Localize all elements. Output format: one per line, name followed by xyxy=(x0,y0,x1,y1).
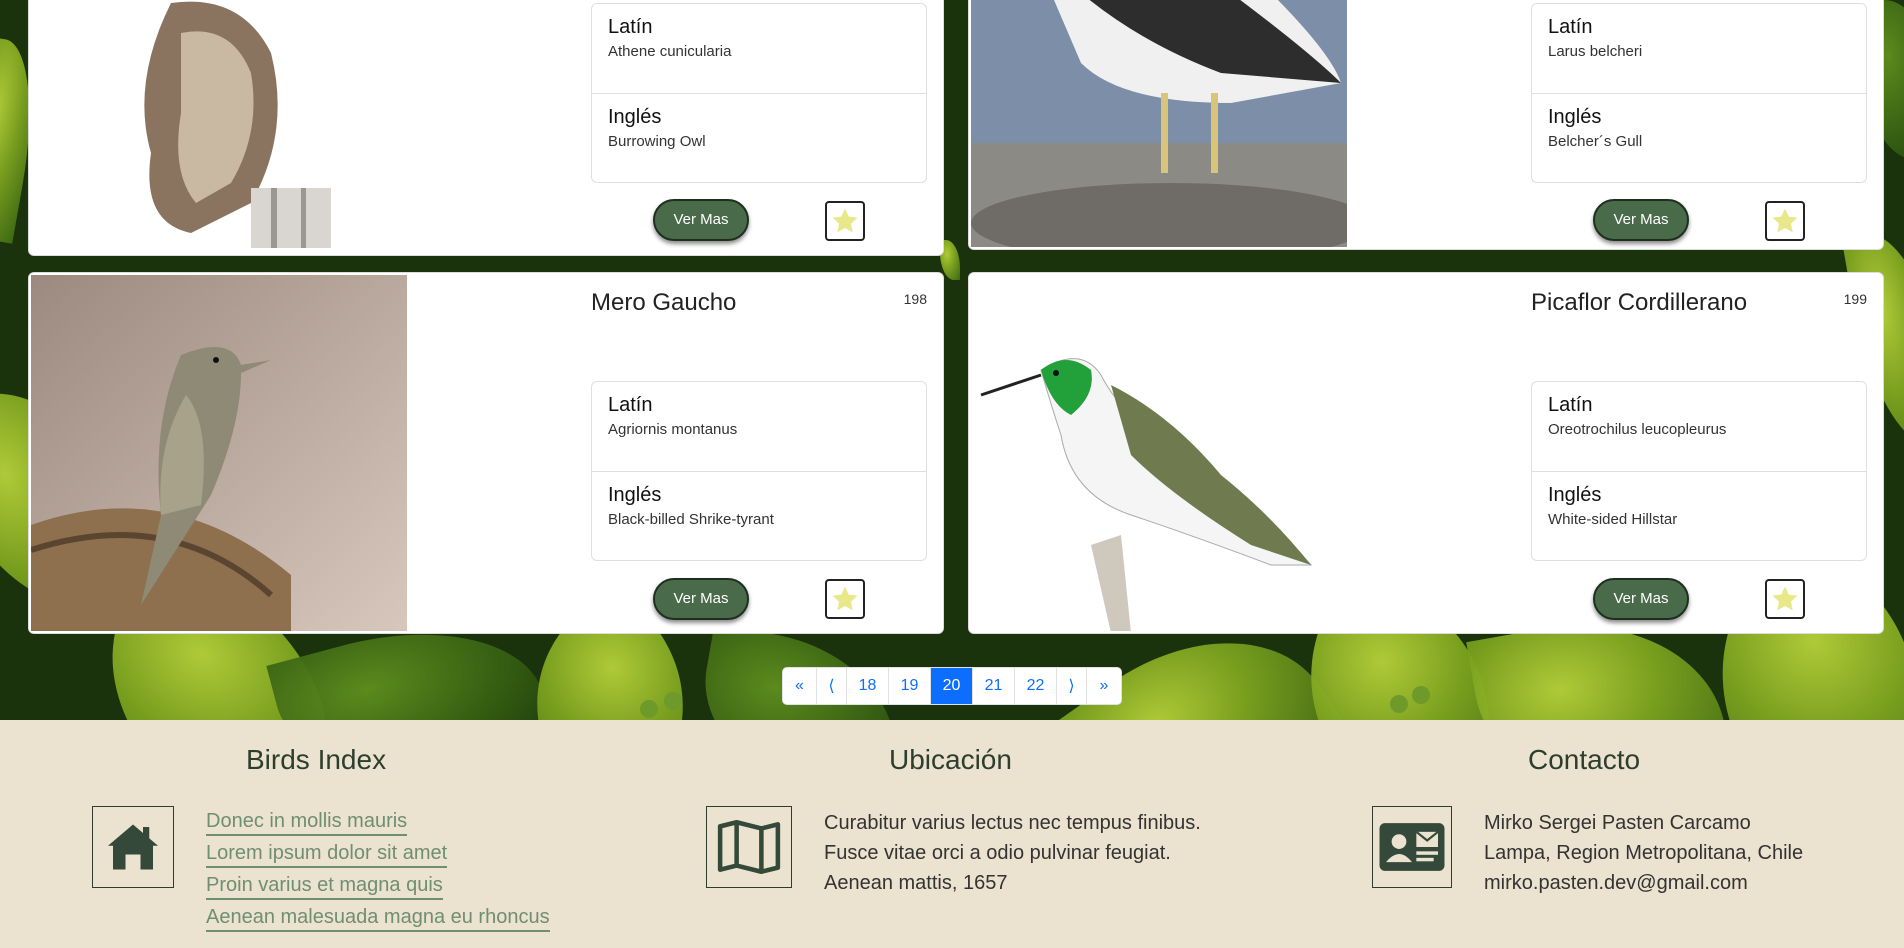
footer-location-line: Aenean mattis, 1657 xyxy=(824,872,1008,894)
english-name: Black-billed Shrike-tyrant xyxy=(608,511,774,528)
page-next-button[interactable]: ⟩ xyxy=(1057,668,1087,704)
english-name: Belcher´s Gull xyxy=(1548,133,1643,150)
bird-card: Latín Athene cunicularia Inglés Burrowing … xyxy=(28,0,944,256)
pagination: « ⟨ 18 19 20 21 22 ⟩ » xyxy=(782,667,1122,705)
page-button[interactable]: 22 xyxy=(1015,668,1057,704)
ver-mas-button[interactable]: Ver Mas xyxy=(1593,578,1689,620)
english-name: White-sided Hillstar xyxy=(1548,511,1678,528)
footer-link[interactable]: Proin varius et magna quis xyxy=(206,872,443,900)
ver-mas-button[interactable]: Ver Mas xyxy=(653,578,749,620)
latin-name: Larus belcheri xyxy=(1548,43,1643,60)
latin-label: Latín xyxy=(608,394,653,416)
footer-link[interactable]: Aenean malesuada magna eu rhoncus xyxy=(206,904,550,932)
english-label: Inglés xyxy=(608,106,662,128)
bird-photo xyxy=(31,275,407,631)
page-first-button[interactable]: « xyxy=(783,668,817,704)
favorite-button[interactable] xyxy=(825,201,865,241)
footer-contact-address: Lampa, Region Metropolitana, Chile xyxy=(1484,842,1804,864)
favorite-button[interactable] xyxy=(1765,579,1805,619)
bird-card: Mero Gaucho 198 Latín Agriornis montanus … xyxy=(28,272,944,634)
page-last-button[interactable]: » xyxy=(1087,668,1121,704)
latin-label: Latín xyxy=(1548,16,1593,38)
english-name: Burrowing Owl xyxy=(608,133,706,150)
star-icon xyxy=(832,586,858,611)
footer-brand-title: Birds Index xyxy=(246,744,387,775)
english-label: Inglés xyxy=(1548,484,1602,506)
footer-location-line: Fusce vitae orci a odio pulvinar feugiat… xyxy=(824,842,1171,864)
footer-contact-name: Mirko Sergei Pasten Carcamo xyxy=(1484,812,1751,834)
bird-number: 198 xyxy=(903,291,927,307)
footer-link[interactable]: Lorem ipsum dolor sit amet xyxy=(206,840,448,868)
bird-card: Picaflor Cordillerano 199 Latín Oreotroch… xyxy=(968,272,1884,634)
latin-name: Agriornis montanus xyxy=(608,421,738,438)
page-button[interactable]: 21 xyxy=(973,668,1015,704)
page-button-active[interactable]: 20 xyxy=(931,668,973,704)
bird-name: Picaflor Cordillerano xyxy=(1531,289,1748,316)
page-prev-button[interactable]: ⟨ xyxy=(817,668,847,704)
footer-location-line: Curabitur varius lectus nec tempus finib… xyxy=(824,812,1201,834)
english-label: Inglés xyxy=(1548,106,1602,128)
star-icon xyxy=(1772,586,1798,611)
footer-contact-email: mirko.pasten.dev@gmail.com xyxy=(1484,872,1748,894)
bird-photo xyxy=(31,0,407,253)
latin-name: Oreotrochilus leucopleurus xyxy=(1548,421,1727,438)
english-label: Inglés xyxy=(608,484,662,506)
bird-photo xyxy=(971,0,1347,247)
footer-contact-title: Contacto xyxy=(1528,744,1641,775)
page-button[interactable]: 18 xyxy=(847,668,889,704)
footer: Birds Index Donec in mollis mauris Lorem… xyxy=(0,720,1904,948)
latin-label: Latín xyxy=(608,16,653,38)
latin-label: Latín xyxy=(1548,394,1593,416)
house-icon xyxy=(92,806,174,888)
star-icon xyxy=(832,208,858,233)
ver-mas-button[interactable]: Ver Mas xyxy=(653,199,749,241)
footer-link[interactable]: Donec in mollis mauris xyxy=(206,808,408,836)
latin-name: Athene cunicularia xyxy=(608,43,732,60)
ver-mas-button[interactable]: Ver Mas xyxy=(1593,199,1689,241)
bird-photo xyxy=(971,275,1347,631)
favorite-button[interactable] xyxy=(1765,201,1805,241)
footer-location-title: Ubicación xyxy=(889,744,1012,775)
star-icon xyxy=(1772,208,1798,233)
page-button[interactable]: 19 xyxy=(889,668,931,704)
bird-number: 199 xyxy=(1843,291,1867,307)
bird-name: Mero Gaucho xyxy=(591,289,737,316)
map-icon xyxy=(706,806,792,888)
bird-card: Latín Larus belcheri Inglés Belcher´s Gull… xyxy=(968,0,1884,250)
contact-card-icon xyxy=(1372,806,1452,888)
favorite-button[interactable] xyxy=(825,579,865,619)
